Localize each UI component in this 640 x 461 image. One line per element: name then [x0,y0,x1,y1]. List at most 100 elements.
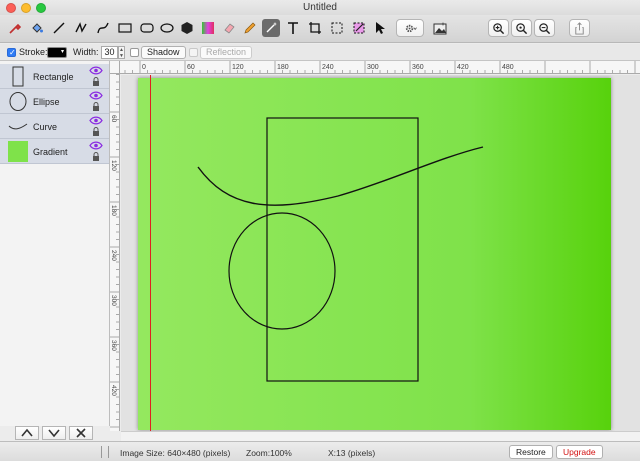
image-size-label: Image Size: 640×480 (pixels) [120,448,231,458]
move-layer-up-button[interactable] [15,426,39,440]
paint-bucket-tool-icon[interactable] [28,19,46,37]
ruler-label: 180 [110,205,117,216]
polygon-tool-icon[interactable] [178,19,196,37]
window-title: Untitled [303,2,337,13]
ruler-label: 180 [277,64,289,71]
layer-name: Ellipse [33,97,60,107]
smart-select-tool-icon[interactable] [350,19,368,37]
horizontal-scrollbar[interactable] [121,431,640,441]
ruler-label: 120 [232,64,244,71]
ruler-label: 240 [110,250,117,261]
reflection-button[interactable]: Reflection [200,46,253,59]
ruler-label: 120 [110,160,117,171]
canvas-area[interactable] [121,75,640,431]
vertical-guide-line[interactable] [150,75,151,431]
panel-resize-handle[interactable] [101,446,109,458]
ruler-label: 300 [367,64,379,71]
width-field[interactable]: 30 [101,46,118,59]
zoom-window-button[interactable] [36,3,46,13]
title-bar: Untitled [0,0,640,15]
ellipse-tool-icon[interactable] [158,19,176,37]
upgrade-button[interactable]: Upgrade [556,445,603,459]
minimize-window-button[interactable] [21,3,31,13]
width-label: Width: [73,47,99,57]
image-adjust-icon[interactable] [431,19,449,37]
ruler-label: 60 [110,115,117,123]
visibility-eye-icon[interactable] [89,91,103,100]
actual-size-button[interactable] [511,19,532,37]
ruler-label: 420 [457,64,469,71]
chevron-up-icon [21,428,33,437]
rectangle-tool-icon[interactable] [116,19,134,37]
zoom-out-button[interactable] [534,19,555,37]
gear-icon [405,24,417,32]
layer-row-rectangle[interactable]: Rectangle [0,64,109,89]
lock-icon[interactable] [92,102,100,111]
width-stepper[interactable]: ▲ ▼ [118,46,125,59]
canvas-drawing [197,117,484,382]
eyedropper-tool-icon[interactable] [6,19,24,37]
rounded-rectangle-tool-icon[interactable] [138,19,156,37]
restore-button[interactable]: Restore [509,445,553,459]
close-icon [76,428,86,438]
shadow-checkbox[interactable] [130,48,139,57]
ruler-label: 240 [322,64,334,71]
eraser-tool-icon[interactable] [220,19,238,37]
curve-shape[interactable] [197,146,484,206]
stroke-label: Stroke: [19,47,48,57]
share-button[interactable] [569,19,590,37]
polyline-tool-icon[interactable] [72,19,90,37]
curve-tool-icon[interactable] [94,19,112,37]
document-canvas[interactable] [138,78,611,430]
rectangle-icon [12,66,24,87]
layer-name: Curve [33,122,58,132]
vertical-ruler: 60 120 180 240 300 360 420 [110,74,120,431]
magic-wand-tool-icon[interactable] [262,19,280,37]
share-icon [575,21,584,35]
chevron-down-icon [48,429,60,438]
vertical-ruler-ticks: 60 120 180 240 300 360 420 [110,74,119,428]
settings-menu-button[interactable] [396,19,424,37]
ruler-label: 360 [412,64,424,71]
lock-icon[interactable] [92,77,100,86]
lock-icon[interactable] [92,127,100,136]
crop-tool-icon[interactable] [306,19,324,37]
delete-layer-button[interactable] [69,426,93,440]
selection-tool-icon[interactable] [328,19,346,37]
rectangle-shape[interactable] [266,117,419,382]
zoom-in-icon [493,22,505,34]
ruler-corner [110,61,120,74]
zoom-out-icon [539,22,551,34]
gradient-swatch [8,141,28,162]
ruler-label: 480 [502,64,514,71]
close-window-button[interactable] [6,3,16,13]
ruler-label: 420 [110,385,117,396]
ellipse-icon [9,92,27,111]
zoom-in-button[interactable] [488,19,509,37]
text-tool-icon[interactable] [284,19,302,37]
lock-icon[interactable] [92,152,100,161]
layer-row-gradient[interactable]: Gradient [0,139,109,164]
pencil-tool-icon[interactable] [241,19,259,37]
visibility-eye-icon[interactable] [89,141,103,150]
visibility-eye-icon[interactable] [89,66,103,75]
shadow-button[interactable]: Shadow [141,46,186,59]
options-bar: Stroke: ▾ Width: 30 ▲▼ Shadow Reflection [0,44,640,61]
visibility-eye-icon[interactable] [89,116,103,125]
stroke-checkbox[interactable] [7,48,16,57]
move-layer-down-button[interactable] [42,426,66,440]
reflection-checkbox[interactable] [189,48,198,57]
status-bar: Image Size: 640×480 (pixels) Zoom:100% X… [0,441,640,461]
layer-row-ellipse[interactable]: Ellipse [0,89,109,114]
horizontal-ruler-ticks: 0 60 120 180 240 300 360 420 480 [124,61,636,73]
zoom-label: Zoom:100% [246,448,292,458]
pointer-tool-icon[interactable] [371,19,389,37]
stroke-color-arrow-icon: ▾ [61,49,65,55]
main-toolbar [0,15,640,43]
zoom-actual-icon [516,22,528,34]
ruler-label: 60 [187,64,195,71]
gradient-tool-icon[interactable] [199,19,217,37]
layer-row-curve[interactable]: Curve [0,114,109,139]
ellipse-shape[interactable] [228,212,336,330]
line-tool-icon[interactable] [50,19,68,37]
